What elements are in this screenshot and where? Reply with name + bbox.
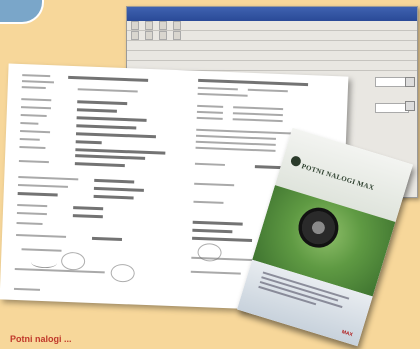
text-line — [192, 236, 253, 242]
text-line — [19, 146, 46, 150]
text-line — [195, 134, 276, 140]
menu-item[interactable] — [131, 21, 139, 30]
text-line — [197, 92, 248, 97]
text-line — [190, 270, 241, 275]
text-line — [73, 206, 104, 210]
text-line — [16, 221, 43, 225]
text-line — [17, 184, 69, 188]
text-line — [197, 86, 238, 91]
text-line — [93, 194, 134, 199]
menu-bar — [127, 21, 417, 31]
caption: Potni nalogi ... — [10, 334, 72, 344]
side-input-field[interactable] — [375, 77, 409, 87]
text-line — [75, 154, 146, 160]
text-line — [196, 110, 223, 114]
text-line — [192, 228, 233, 233]
text-line — [72, 214, 103, 218]
text-line — [14, 267, 105, 274]
form-row — [127, 51, 417, 61]
dropdown-icon[interactable] — [405, 101, 415, 111]
toolbar — [127, 31, 417, 41]
text-line — [194, 182, 235, 187]
corner-tab-decoration — [0, 0, 44, 24]
window-titlebar — [127, 7, 417, 21]
text-line — [16, 211, 47, 216]
text-line — [77, 100, 128, 105]
text-line — [20, 122, 39, 125]
text-line — [76, 108, 117, 113]
text-line — [74, 162, 125, 167]
text-line — [233, 106, 284, 111]
text-line — [232, 118, 283, 123]
text-line — [232, 112, 283, 117]
text-line — [195, 140, 276, 146]
toolbar-button[interactable] — [145, 31, 153, 40]
text-line — [75, 148, 166, 155]
text-line — [194, 162, 225, 166]
text-line — [21, 80, 55, 84]
text-line — [193, 200, 224, 204]
text-line — [18, 176, 79, 181]
menu-item[interactable] — [173, 21, 181, 30]
dropdown-icon[interactable] — [405, 77, 415, 87]
text-line — [76, 116, 147, 122]
text-line — [17, 203, 48, 208]
text-line — [19, 138, 40, 141]
text-line — [91, 236, 123, 241]
text-line — [22, 74, 51, 78]
text-line — [21, 98, 52, 102]
form-row — [127, 41, 417, 51]
text-line — [93, 186, 144, 192]
toolbar-button[interactable] — [159, 31, 167, 40]
toolbar-button[interactable] — [131, 31, 139, 40]
signature — [30, 256, 58, 269]
side-fields — [375, 77, 409, 129]
text-line — [13, 287, 41, 291]
text-line — [192, 220, 243, 226]
side-input-field[interactable] — [375, 103, 409, 113]
text-line — [247, 88, 288, 93]
text-line — [20, 130, 51, 134]
text-line — [75, 140, 102, 144]
text-line — [197, 104, 224, 108]
text-line — [196, 116, 223, 120]
menu-item[interactable] — [145, 21, 153, 30]
text-line — [198, 78, 309, 86]
text-line — [20, 106, 52, 110]
toolbar-button[interactable] — [173, 31, 181, 40]
stamp-seal — [110, 263, 136, 283]
text-line — [16, 233, 67, 238]
menu-item[interactable] — [159, 21, 167, 30]
stamp-seal — [60, 251, 86, 271]
text-line — [76, 124, 137, 130]
text-line — [21, 86, 46, 90]
text-line — [18, 160, 49, 164]
text-line — [20, 114, 47, 118]
text-line — [75, 132, 157, 138]
text-line — [68, 75, 149, 82]
text-line — [21, 248, 62, 252]
text-line — [17, 192, 58, 197]
text-line — [195, 146, 276, 152]
text-line — [94, 178, 135, 183]
text-line — [77, 88, 138, 93]
